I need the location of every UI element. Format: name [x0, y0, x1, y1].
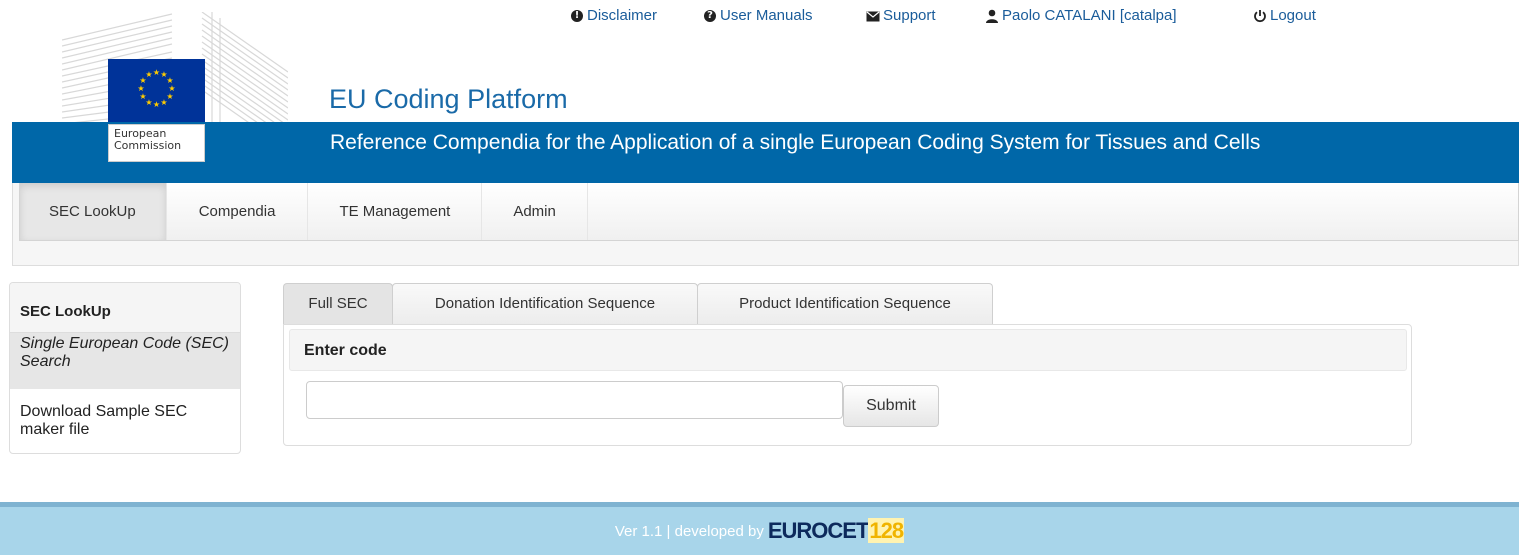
user-manuals-label: User Manuals: [720, 7, 813, 24]
user-manuals-link[interactable]: ? User Manuals: [703, 6, 813, 26]
power-icon: [1253, 9, 1267, 23]
eurocet128-logo: EUROCET128: [767, 518, 905, 543]
nav-sec-lookup[interactable]: SEC LookUp: [20, 183, 167, 240]
app-title: EU Coding Platform: [329, 84, 568, 114]
tab-full-sec[interactable]: Full SEC: [283, 283, 393, 325]
footer-version-text: Ver 1.1 | developed by: [614, 522, 764, 540]
side-panel-heading: SEC LookUp: [10, 283, 240, 333]
logo-caption: European Commission: [108, 124, 205, 162]
code-input[interactable]: [306, 381, 843, 419]
svg-text:★: ★: [153, 100, 160, 109]
enter-code-heading: Enter code: [289, 329, 1407, 371]
svg-text:★: ★: [153, 68, 160, 77]
app-subtitle: Reference Compendia for the Application …: [330, 131, 1261, 154]
side-panel: SEC LookUp Single European Code (SEC) Se…: [9, 282, 241, 454]
exclamation-circle-icon: !: [570, 9, 584, 23]
code-form-panel: Enter code Submit: [283, 324, 1412, 446]
nav-compendia[interactable]: Compendia: [167, 183, 309, 240]
user-name-label: Paolo CATALANI [catalpa]: [1002, 7, 1177, 24]
user-icon: [985, 9, 999, 23]
nav-admin[interactable]: Admin: [482, 183, 588, 240]
support-label: Support: [883, 7, 936, 24]
footer: Ver 1.1 | developed by EUROCET128: [0, 507, 1519, 555]
logo-caption-line2: Commission: [114, 139, 182, 152]
logout-label: Logout: [1270, 7, 1316, 24]
disclaimer-label: Disclaimer: [587, 7, 658, 24]
support-link[interactable]: Support: [866, 6, 936, 26]
user-account-link[interactable]: Paolo CATALANI [catalpa]: [985, 6, 1177, 26]
side-item-download-sample[interactable]: Download Sample SEC maker file: [10, 389, 240, 441]
svg-text:★: ★: [139, 92, 146, 101]
svg-text:★: ★: [145, 70, 152, 79]
side-item-sec-search[interactable]: Single European Code (SEC) Search: [10, 333, 240, 389]
main-nav: SEC LookUp Compendia TE Management Admin: [19, 183, 1519, 241]
code-type-tabs: Full SEC Donation Identification Sequenc…: [283, 283, 993, 325]
envelope-icon: [866, 9, 880, 23]
tab-donation-identification-sequence[interactable]: Donation Identification Sequence: [392, 283, 698, 325]
eurocet-logo-text: EUROCET: [767, 518, 870, 543]
svg-text:★: ★: [137, 84, 144, 93]
logout-link[interactable]: Logout: [1253, 6, 1316, 26]
submit-button[interactable]: Submit: [843, 385, 939, 427]
question-circle-icon: ?: [703, 9, 717, 23]
eurocet-logo-number: 128: [868, 518, 905, 543]
svg-text:★: ★: [160, 98, 167, 107]
nav-te-management[interactable]: TE Management: [308, 183, 483, 240]
disclaimer-link[interactable]: ! Disclaimer: [570, 6, 657, 26]
tab-product-identification-sequence[interactable]: Product Identification Sequence: [697, 283, 993, 325]
